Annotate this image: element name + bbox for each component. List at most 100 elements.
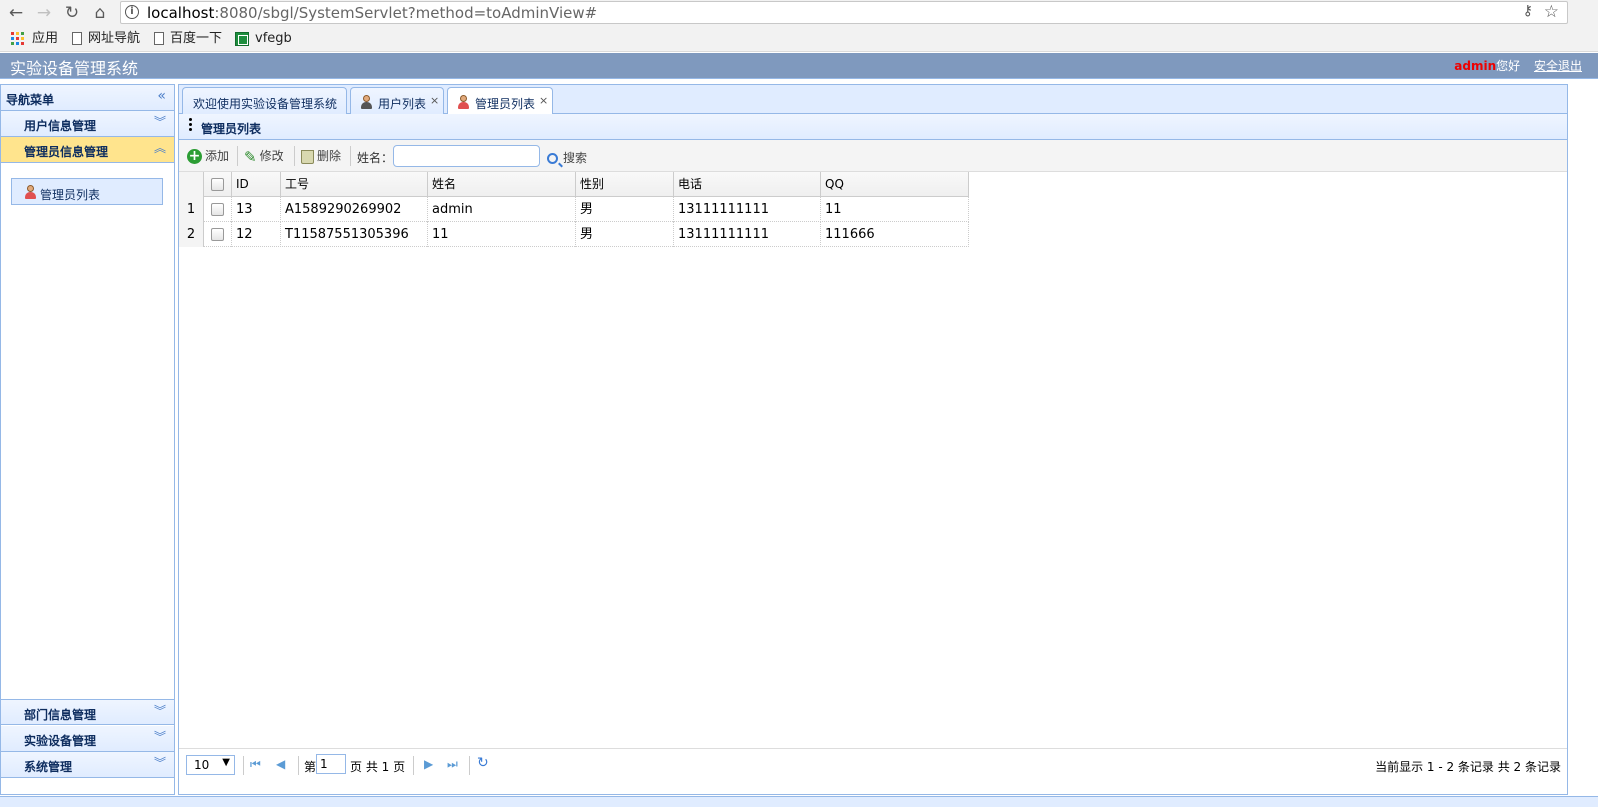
logout-link[interactable]: 安全退出 — [1534, 59, 1582, 73]
name-filter-label: 姓名： — [357, 151, 394, 165]
sidebar-section-label: 用户信息管理 — [24, 119, 97, 133]
nav-panel-header: 导航菜单 « — [1, 85, 174, 111]
last-page-icon[interactable]: ⏭ — [447, 757, 458, 772]
address-bar[interactable]: i localhost:8080/sbgl/SystemServlet?meth… — [120, 1, 1568, 24]
bookmark-baidu[interactable]: 百度一下 — [154, 30, 222, 48]
row-number: 2 — [179, 222, 204, 247]
row-checkbox[interactable] — [204, 197, 232, 222]
tab-label: 欢迎使用实验设备管理系统 — [193, 97, 338, 111]
toolbar-divider — [237, 146, 238, 166]
delete-button[interactable]: 删除 — [301, 147, 341, 165]
search-button[interactable]: 搜索 — [547, 149, 587, 166]
home-icon[interactable]: ⌂ — [89, 2, 111, 24]
pagination-bar: 10 ▼ ⏮ ◀ 第 1 页 共 1 页 ▶ ⏭ ↻ 当前显示 1 - 2 条记录… — [179, 748, 1567, 794]
pager-divider — [469, 756, 470, 775]
sidebar-section-dept-info[interactable]: 部门信息管理 ︾ — [1, 699, 174, 725]
collapse-icon[interactable]: ︽ — [154, 141, 166, 155]
expand-icon[interactable]: ︾ — [154, 730, 166, 744]
cell-id: 13 — [232, 197, 281, 222]
sidebar-item-label: 管理员列表 — [40, 188, 101, 202]
cell-sex: 男 — [576, 222, 674, 247]
nav-panel-title: 导航菜单 — [6, 93, 55, 107]
close-icon[interactable]: × — [539, 94, 548, 107]
refresh-icon[interactable]: ↻ — [477, 755, 489, 771]
bookmark-apps[interactable]: 应用 — [11, 30, 58, 48]
cell-name: 11 — [428, 222, 576, 247]
expand-icon[interactable]: ︾ — [154, 704, 166, 718]
person-icon — [24, 185, 36, 199]
table-header: ID 工号 姓名 性别 电话 QQ — [179, 172, 969, 197]
edit-icon: ✎ — [244, 147, 257, 166]
bookmark-vfegb[interactable]: vfegb — [235, 30, 292, 48]
expand-icon[interactable]: ︾ — [154, 756, 166, 770]
sidebar-item-admin-list[interactable]: 管理员列表 — [11, 178, 163, 205]
bookmarks-bar: 应用 网址导航 百度一下 vfegb — [0, 26, 1598, 52]
collapse-left-icon[interactable]: « — [157, 88, 166, 104]
toolbar: + 添加 ✎ 修改 删除 姓名： 搜索 — [179, 140, 1567, 172]
table-row[interactable]: 1 13 A1589290269902 admin 男 13111111111 … — [179, 197, 969, 222]
cell-sex: 男 — [576, 197, 674, 222]
page-icon — [154, 32, 164, 45]
name-search-input[interactable] — [393, 145, 540, 167]
first-page-icon[interactable]: ⏮ — [250, 757, 261, 772]
url-text[interactable]: localhost:8080/sbgl/SystemServlet?method… — [147, 4, 597, 22]
pager-divider — [243, 756, 244, 775]
user-icon — [360, 95, 372, 109]
row-number: 1 — [179, 197, 204, 222]
page-label-prefix: 第 — [304, 760, 317, 774]
cell-name: admin — [428, 197, 576, 222]
panel-header: 管理员列表 — [179, 114, 1567, 140]
cell-phone: 13111111111 — [674, 222, 821, 247]
page-label-total: 页 共 1 页 — [350, 760, 406, 774]
toolbar-divider — [350, 146, 351, 166]
pager-divider — [413, 756, 414, 775]
forward-icon[interactable]: → — [33, 2, 55, 24]
sidebar-section-system[interactable]: 系统管理 ︾ — [1, 752, 174, 778]
app-title: 实验设备管理系统 — [10, 59, 139, 78]
user-name: admin — [1454, 59, 1497, 73]
info-icon[interactable]: i — [125, 5, 139, 19]
key-icon[interactable]: ⚷ — [1523, 3, 1533, 19]
cell-qq: 11 — [821, 197, 969, 222]
prev-page-icon[interactable]: ◀ — [276, 757, 285, 771]
sidebar-section-equipment[interactable]: 实验设备管理 ︾ — [1, 726, 174, 752]
search-icon — [547, 153, 558, 164]
select-all-checkbox[interactable] — [204, 172, 232, 197]
reload-icon[interactable]: ↻ — [61, 2, 83, 24]
table-row[interactable]: 2 12 T11587551305396 11 男 13111111111 11… — [179, 222, 969, 247]
column-header-id[interactable]: ID — [232, 172, 281, 197]
column-header-sex[interactable]: 性别 — [576, 172, 674, 197]
delete-icon — [301, 149, 314, 164]
panel-title: 管理员列表 — [201, 122, 262, 136]
tab-strip: 欢迎使用实验设备管理系统 用户列表 × 管理员列表 × — [179, 85, 1567, 115]
tab-admin-list[interactable]: 管理员列表 × — [447, 87, 553, 115]
page-size-select[interactable]: 10 ▼ — [186, 755, 235, 775]
rownum-header — [179, 172, 204, 197]
navigation-panel: 导航菜单 « 用户信息管理 ︾ 管理员信息管理 ︽ 管理员列表 部门信息管理 ︾… — [0, 84, 175, 795]
user-area: admin您好 安全退出 — [1454, 57, 1582, 74]
expand-icon[interactable]: ︾ — [154, 115, 166, 129]
close-icon[interactable]: × — [430, 94, 439, 107]
add-button[interactable]: + 添加 — [187, 147, 229, 165]
content-area: 欢迎使用实验设备管理系统 用户列表 × 管理员列表 × 管理员列表 + 添加 ✎ 修… — [178, 84, 1568, 795]
row-checkbox[interactable] — [204, 222, 232, 247]
star-icon[interactable]: ☆ — [1544, 2, 1559, 22]
column-header-phone[interactable]: 电话 — [674, 172, 821, 197]
edit-button[interactable]: ✎ 修改 — [244, 147, 284, 166]
column-header-name[interactable]: 姓名 — [428, 172, 576, 197]
next-page-icon[interactable]: ▶ — [424, 757, 433, 771]
bookmark-nav[interactable]: 网址导航 — [72, 30, 140, 48]
column-header-qq[interactable]: QQ — [821, 172, 969, 197]
tab-user-list[interactable]: 用户列表 × — [350, 87, 444, 114]
pager-info: 当前显示 1 - 2 条记录 共 2 条记录 — [1375, 760, 1561, 774]
page-number-input[interactable]: 1 — [316, 754, 346, 774]
sidebar-section-user-info[interactable]: 用户信息管理 ︾ — [1, 111, 174, 137]
tab-label: 管理员列表 — [475, 97, 536, 111]
column-header-sn[interactable]: 工号 — [281, 172, 428, 197]
tab-label: 用户列表 — [378, 97, 427, 111]
cell-phone: 13111111111 — [674, 197, 821, 222]
apps-grid-icon — [11, 32, 24, 45]
tab-welcome[interactable]: 欢迎使用实验设备管理系统 — [182, 87, 347, 114]
back-icon[interactable]: ← — [5, 2, 27, 24]
sidebar-section-admin-info[interactable]: 管理员信息管理 ︽ — [1, 137, 174, 163]
